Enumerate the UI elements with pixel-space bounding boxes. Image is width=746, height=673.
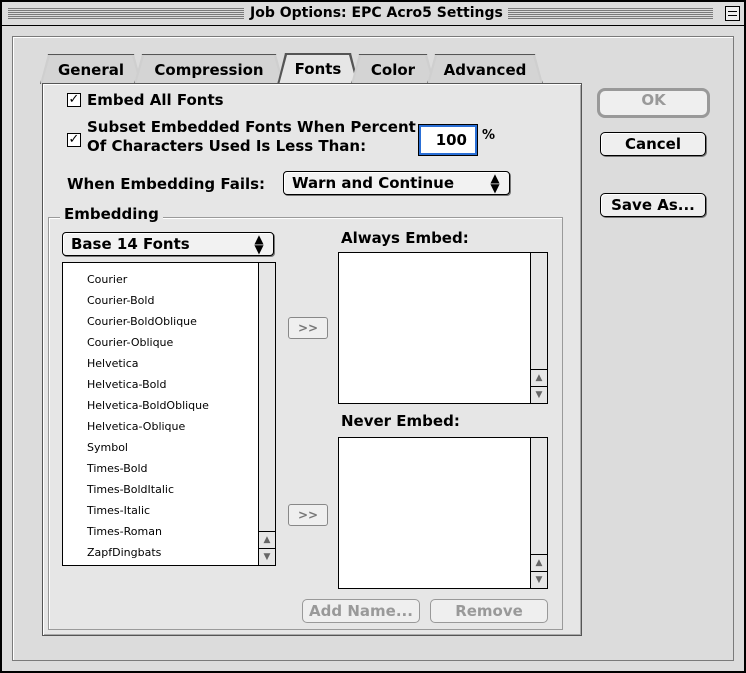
scroll-up-arrow-icon[interactable]: ▲ — [531, 369, 547, 385]
subset-fonts-label-line1: Subset Embedded Fonts When Percent — [87, 118, 416, 136]
font-source-popup[interactable]: Base 14 Fonts ▲ ▼ — [62, 232, 274, 256]
embed-all-fonts-label: Embed All Fonts — [87, 91, 224, 109]
always-embed-scrollbar[interactable]: ▲ ▼ — [530, 253, 547, 403]
title-stripes-left — [8, 7, 244, 20]
scroll-down-arrow-icon[interactable]: ▼ — [259, 548, 275, 564]
font-list-item[interactable]: Helvetica-Oblique — [87, 416, 255, 437]
tab-advanced[interactable]: Advanced — [427, 54, 543, 84]
subset-fonts-label-line2: Of Characters Used Is Less Than: — [87, 137, 367, 155]
tab-color[interactable]: Color — [351, 54, 435, 84]
popup-value: Base 14 Fonts — [71, 235, 190, 253]
font-list[interactable]: Courier Courier-Bold Courier-BoldOblique Co… — [62, 262, 276, 566]
never-embed-scrollbar[interactable]: ▲ ▼ — [530, 438, 547, 588]
window-title: Job Options: EPC Acro5 Settings — [245, 4, 508, 23]
subset-fonts-checkbox[interactable]: ✓ — [67, 133, 81, 147]
tab-label: Color — [370, 61, 416, 79]
never-embed-label: Never Embed: — [341, 412, 460, 430]
popup-arrows-icon: ▲ ▼ — [254, 232, 264, 256]
font-list-item[interactable]: Times-BoldItalic — [87, 479, 255, 500]
tab-fonts[interactable]: Fonts — [277, 53, 359, 85]
when-embedding-fails-label: When Embedding Fails: — [67, 175, 266, 193]
font-list-item[interactable]: Courier-Oblique — [87, 332, 255, 353]
percent-unit-label: % — [482, 128, 496, 143]
font-list-item[interactable]: Courier — [87, 269, 255, 290]
font-list-scrollbar[interactable]: ▲ ▼ — [258, 263, 275, 565]
add-name-button[interactable]: Add Name... — [302, 599, 420, 623]
title-stripes-right — [487, 7, 713, 20]
tab-label: Compression — [154, 61, 264, 79]
title-bar[interactable]: Job Options: EPC Acro5 Settings — [2, 2, 744, 26]
embedding-fails-popup[interactable]: Warn and Continue ▲ ▼ — [283, 171, 510, 195]
remove-button[interactable]: Remove — [430, 599, 548, 623]
collapse-icon[interactable] — [725, 6, 740, 21]
font-list-item[interactable]: Helvetica — [87, 353, 255, 374]
never-embed-list[interactable]: ▲ ▼ — [338, 437, 548, 589]
scroll-down-arrow-icon[interactable]: ▼ — [531, 571, 547, 587]
font-list-item[interactable]: Courier-BoldOblique — [87, 311, 255, 332]
popup-value: Warn and Continue — [292, 174, 455, 192]
font-list-items: Courier Courier-Bold Courier-BoldOblique Co… — [87, 269, 255, 563]
add-to-never-embed-button[interactable]: >> — [288, 504, 328, 526]
tab-label: Advanced — [443, 61, 527, 79]
font-list-item[interactable]: Helvetica-BoldOblique — [87, 395, 255, 416]
font-list-item[interactable]: Symbol — [87, 437, 255, 458]
font-list-item[interactable]: Courier-Bold — [87, 290, 255, 311]
always-embed-label: Always Embed: — [341, 229, 469, 247]
save-as-button[interactable]: Save As... — [600, 193, 706, 217]
popup-arrows-icon: ▲ ▼ — [490, 171, 500, 195]
font-list-item[interactable]: Helvetica-Bold — [87, 374, 255, 395]
embedding-group-label: Embedding — [60, 205, 163, 223]
font-list-item[interactable]: ZapfDingbats — [87, 542, 255, 563]
font-list-item[interactable]: Times-Bold — [87, 458, 255, 479]
add-to-always-embed-button[interactable]: >> — [288, 317, 328, 339]
tab-label: General — [58, 61, 124, 79]
tab-compression[interactable]: Compression — [134, 54, 284, 84]
scroll-up-arrow-icon[interactable]: ▲ — [259, 531, 275, 547]
embed-all-fonts-checkbox[interactable]: ✓ — [67, 93, 81, 107]
font-list-item[interactable]: Times-Italic — [87, 500, 255, 521]
scroll-down-arrow-icon[interactable]: ▼ — [531, 386, 547, 402]
scroll-up-arrow-icon[interactable]: ▲ — [531, 554, 547, 570]
subset-percent-input[interactable]: 100 — [418, 124, 478, 156]
tab-label: Fonts — [294, 60, 342, 78]
tab-general[interactable]: General — [40, 54, 142, 84]
font-list-item[interactable]: Times-Roman — [87, 521, 255, 542]
cancel-button[interactable]: Cancel — [600, 132, 706, 156]
ok-button[interactable]: OK — [597, 88, 710, 118]
always-embed-list[interactable]: ▲ ▼ — [338, 252, 548, 404]
